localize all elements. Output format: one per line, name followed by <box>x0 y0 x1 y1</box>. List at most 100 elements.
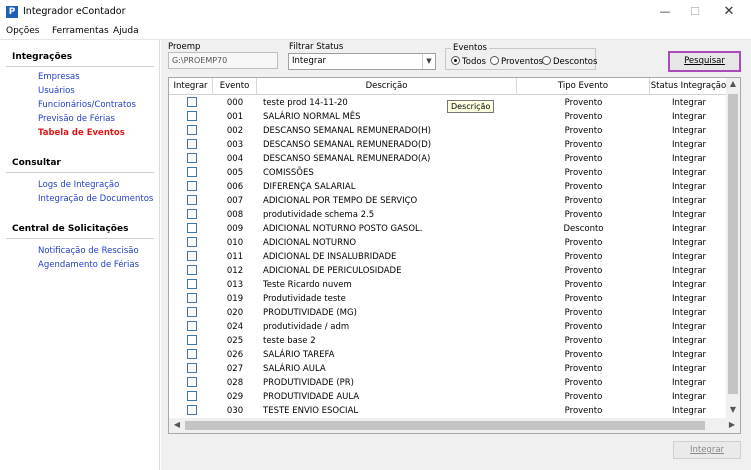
table-row[interactable]: 007 ADICIONAL POR TEMPO DE SERVIÇO Provent… <box>169 194 728 208</box>
sidebar-item-usuarios[interactable]: Usuários <box>38 86 75 96</box>
table-row[interactable]: 019 Produtividade teste Provento Integrar <box>169 292 728 306</box>
cell-evento: 006 <box>226 182 244 192</box>
sidebar-item-logs[interactable]: Logs de Integração <box>38 180 119 190</box>
scroll-thumb[interactable] <box>185 421 705 430</box>
integrar-checkbox[interactable] <box>187 153 197 163</box>
integrar-checkbox[interactable] <box>187 265 197 275</box>
scroll-up-icon[interactable]: ▲ <box>726 79 740 88</box>
cell-evento: 026 <box>226 350 244 360</box>
table-row[interactable]: 025 teste base 2 Provento Integrar <box>169 334 728 348</box>
table-row[interactable]: 004 DESCANSO SEMANAL REMUNERADO(A) Provent… <box>169 152 728 166</box>
table-row[interactable]: 030 TESTE ENVIO ESOCIAL Provento Integrar <box>169 404 728 418</box>
table-row[interactable]: 011 ADICIONAL DE INSALUBRIDADE Provento Int… <box>169 250 728 264</box>
vertical-scrollbar[interactable]: ▲ ▼ <box>726 78 740 418</box>
section-consultar-title: Consultar <box>12 158 61 168</box>
integrar-checkbox[interactable] <box>187 209 197 219</box>
scroll-left-icon[interactable]: ◀ <box>170 420 184 429</box>
integrar-checkbox[interactable] <box>187 335 197 345</box>
cell-status: Integrar <box>671 140 707 150</box>
table-row[interactable]: 006 DIFERENÇA SALARIAL Provento Integrar <box>169 180 728 194</box>
cell-descricao: SALÁRIO AULA <box>263 364 326 374</box>
table-row[interactable]: 012 ADICIONAL DE PERICULOSIDADE Provento In… <box>169 264 728 278</box>
integrar-checkbox[interactable] <box>187 293 197 303</box>
table-row[interactable]: 010 ADICIONAL NOTURNO Provento Integrar <box>169 236 728 250</box>
table-row[interactable]: 027 SALÁRIO AULA Provento Integrar <box>169 362 728 376</box>
scroll-right-icon[interactable]: ▶ <box>725 420 739 429</box>
menu-opcoes[interactable]: Opções <box>6 26 39 36</box>
integrar-checkbox[interactable] <box>187 363 197 373</box>
col-tipo-evento[interactable]: Tipo Evento <box>517 78 650 95</box>
maximize-button[interactable]: ☐ <box>680 2 710 22</box>
proemp-field[interactable]: G:\PROEMP70 <box>168 52 278 69</box>
radio-proventos[interactable]: Proventos <box>490 56 543 67</box>
minimize-button[interactable]: — <box>650 2 680 22</box>
search-button[interactable]: Pesquisar <box>668 51 741 72</box>
menu-ferramentas[interactable]: Ferramentas <box>52 26 109 36</box>
cell-evento: 000 <box>226 98 244 108</box>
col-descricao[interactable]: Descrição <box>257 78 517 95</box>
table-row[interactable]: 003 DESCANSO SEMANAL REMUNERADO(D) Provent… <box>169 138 728 152</box>
radio-descontos[interactable]: Descontos <box>542 56 597 67</box>
sidebar-item-integracao-documentos[interactable]: Integração de Documentos <box>38 194 153 204</box>
cell-status: Integrar <box>671 238 707 248</box>
col-evento[interactable]: Evento <box>213 78 257 95</box>
table-row[interactable]: 026 SALÁRIO TAREFA Provento Integrar <box>169 348 728 362</box>
integrar-checkbox[interactable] <box>187 195 197 205</box>
cell-evento: 012 <box>226 266 244 276</box>
integrar-checkbox[interactable] <box>187 111 197 121</box>
sidebar-item-notificacao-rescisao[interactable]: Notificação de Rescisão <box>38 246 139 256</box>
integrar-checkbox[interactable] <box>187 251 197 261</box>
col-status-integracao[interactable]: Status Integração <box>650 78 728 95</box>
integrar-checkbox[interactable] <box>187 97 197 107</box>
cell-evento: 024 <box>226 322 244 332</box>
integrar-checkbox[interactable] <box>187 279 197 289</box>
integrar-checkbox[interactable] <box>187 181 197 191</box>
integrar-checkbox[interactable] <box>187 349 197 359</box>
table-row[interactable]: 029 PRODUTIVIDADE AULA Provento Integrar <box>169 390 728 404</box>
radio-todos-label: Todos <box>462 57 486 67</box>
table-header: Integrar Evento Descrição Tipo Evento St… <box>169 78 728 95</box>
integrar-checkbox[interactable] <box>187 167 197 177</box>
sidebar-item-tabela-eventos[interactable]: Tabela de Eventos <box>38 128 125 138</box>
menu-bar: Opções Ferramentas Ajuda <box>0 24 751 40</box>
sidebar-item-funcionarios[interactable]: Funcionários/Contratos <box>38 100 136 110</box>
table-row[interactable]: 005 COMISSÕES Provento Integrar <box>169 166 728 180</box>
sidebar-item-empresas[interactable]: Empresas <box>38 72 80 82</box>
table-row[interactable]: 020 PRODUTIVIDADE (MG) Provento Integrar <box>169 306 728 320</box>
menu-ajuda[interactable]: Ajuda <box>113 26 139 36</box>
integrar-checkbox[interactable] <box>187 237 197 247</box>
integrar-checkbox[interactable] <box>187 391 197 401</box>
scroll-thumb[interactable] <box>728 94 738 394</box>
scroll-down-icon[interactable]: ▼ <box>726 405 740 414</box>
cell-evento: 003 <box>226 140 244 150</box>
cell-descricao: ADICIONAL DE PERICULOSIDADE <box>263 266 402 276</box>
table-row[interactable]: 028 PRODUTIVIDADE (PR) Provento Integrar <box>169 376 728 390</box>
integrar-button[interactable]: Integrar <box>673 441 741 459</box>
integrar-checkbox[interactable] <box>187 377 197 387</box>
cell-status: Integrar <box>671 168 707 178</box>
cell-status: Integrar <box>671 350 707 360</box>
table-row[interactable]: 009 ADICIONAL NOTURNO POSTO GASOL. Descont… <box>169 222 728 236</box>
horizontal-scrollbar[interactable]: ◀ ▶ <box>169 418 740 433</box>
integrar-checkbox[interactable] <box>187 125 197 135</box>
table-row[interactable]: 024 produtividade / adm Provento Integrar <box>169 320 728 334</box>
col-integrar[interactable]: Integrar <box>169 78 213 95</box>
close-button[interactable]: ✕ <box>714 2 744 22</box>
integrar-checkbox[interactable] <box>187 321 197 331</box>
section-integracoes-title: Integrações <box>12 52 73 62</box>
cell-status: Integrar <box>671 112 707 122</box>
integrar-checkbox[interactable] <box>187 223 197 233</box>
divider <box>6 238 154 239</box>
table-row[interactable]: 008 produtividade schema 2.5 Provento Integ… <box>169 208 728 222</box>
sidebar-item-previsao-ferias[interactable]: Previsão de Férias <box>38 114 115 124</box>
integrar-checkbox[interactable] <box>187 307 197 317</box>
table-row[interactable]: 002 DESCANSO SEMANAL REMUNERADO(H) Provent… <box>169 124 728 138</box>
cell-tipo-evento: Provento <box>564 168 603 178</box>
radio-todos[interactable]: Todos <box>451 56 486 67</box>
cell-descricao: ADICIONAL DE INSALUBRIDADE <box>263 252 397 262</box>
integrar-checkbox[interactable] <box>187 405 197 415</box>
table-row[interactable]: 013 Teste Ricardo nuvem Provento Integrar <box>169 278 728 292</box>
sidebar-item-agendamento-ferias[interactable]: Agendamento de Férias <box>38 260 139 270</box>
integrar-checkbox[interactable] <box>187 139 197 149</box>
status-filter-select[interactable]: Integrar ▼ <box>288 53 436 70</box>
